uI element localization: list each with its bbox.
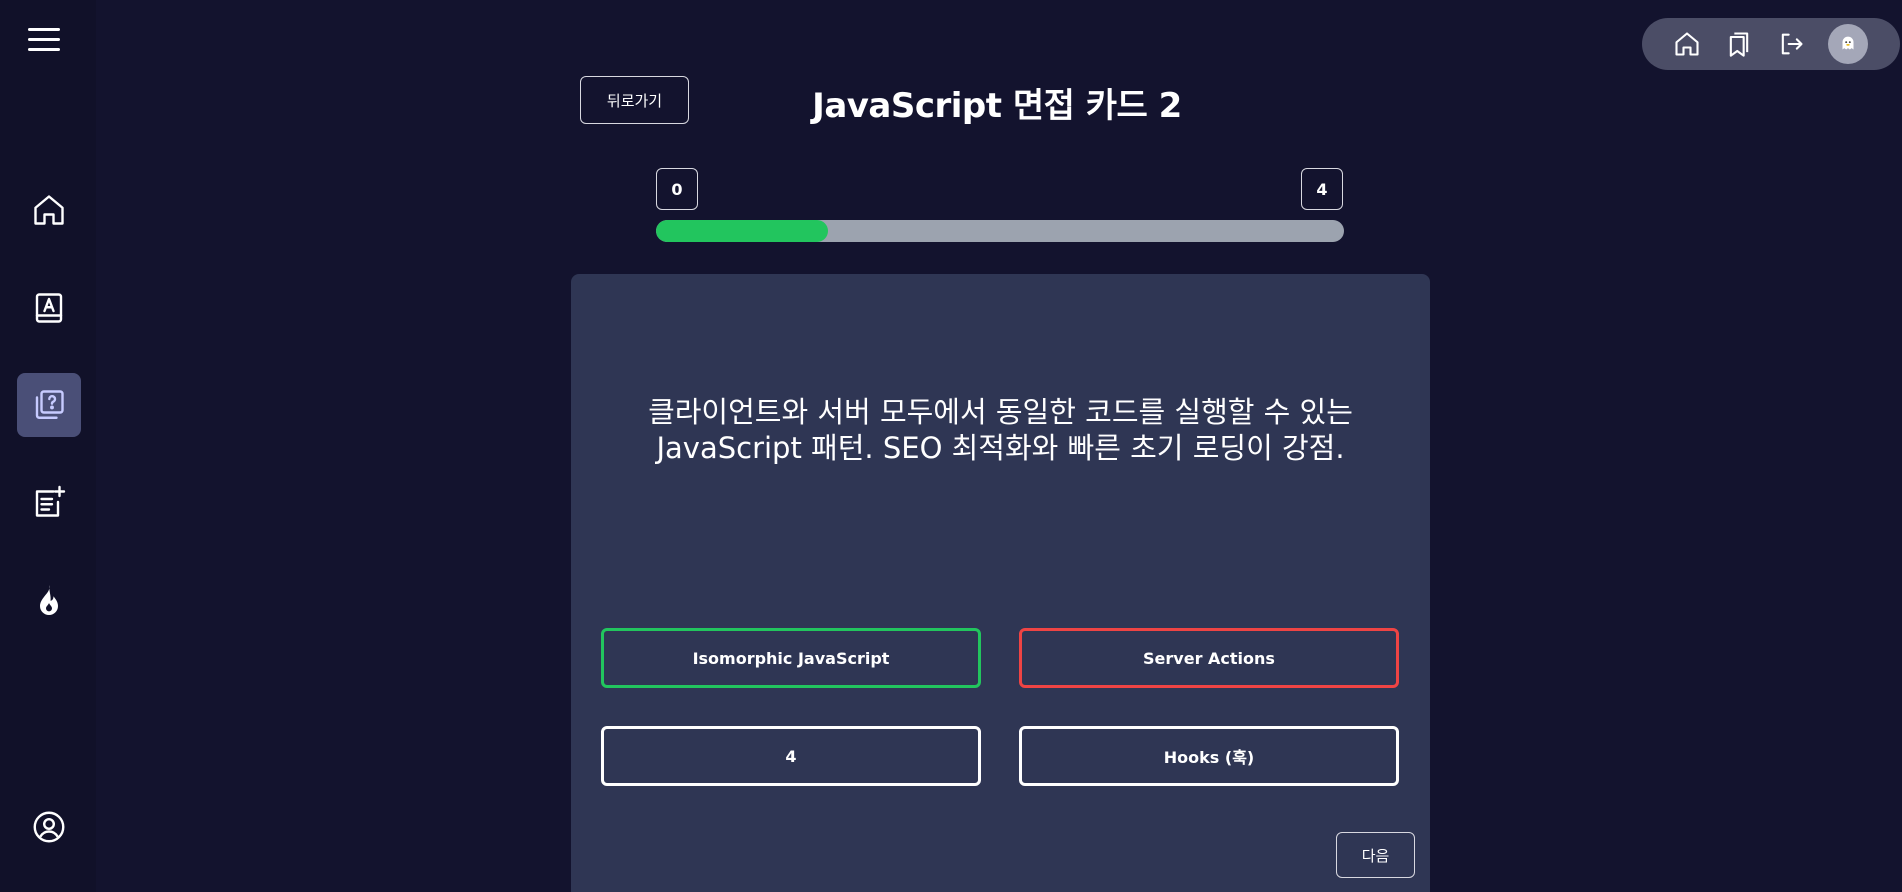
user-circle-icon [33,811,65,843]
progress-bar [656,220,1344,242]
next-button[interactable]: 다음 [1336,832,1415,878]
progress-min-label: 0 [656,168,698,210]
sidebar [0,0,96,892]
top-logout-button[interactable] [1776,29,1806,59]
question-cards-icon [35,390,64,419]
home-icon [1675,32,1699,56]
fire-icon [40,585,58,615]
note-add-icon [35,485,66,517]
top-nav-pill [1642,18,1900,70]
answer-option-1[interactable]: Isomorphic JavaScript [601,628,981,688]
back-button[interactable]: 뒤로가기 [580,76,689,124]
ghost-avatar-icon [1842,36,1854,50]
top-bookmarks-button[interactable] [1724,29,1754,59]
sidebar-item-profile[interactable] [17,795,81,859]
sidebar-item-home[interactable] [17,178,81,242]
answer-option-3[interactable]: 4 [601,726,981,786]
answer-option-2[interactable]: Server Actions [1019,628,1399,688]
sidebar-item-quiz-cards[interactable] [17,373,81,437]
question-text: 클라이언트와 서버 모두에서 동일한 코드를 실행할 수 있는 JavaScri… [648,395,1353,465]
sidebar-item-add-note[interactable] [17,470,81,534]
avatar[interactable] [1828,24,1868,64]
page-title: JavaScript 면접 카드 2 [812,86,1182,126]
quiz-card: 클라이언트와 서버 모두에서 동일한 코드를 실행할 수 있는 JavaScri… [571,274,1430,892]
bookmarks-icon [1729,32,1749,57]
progress-fill [656,220,828,242]
answer-option-4[interactable]: Hooks (훅) [1019,726,1399,786]
book-letter-icon [35,293,63,323]
sidebar-item-hot[interactable] [17,568,81,632]
menu-icon[interactable] [28,28,60,54]
top-home-button[interactable] [1672,29,1702,59]
home-icon [34,195,64,225]
progress-max-label: 4 [1301,168,1343,210]
logout-icon [1781,33,1803,55]
sidebar-item-study-book[interactable] [17,276,81,340]
